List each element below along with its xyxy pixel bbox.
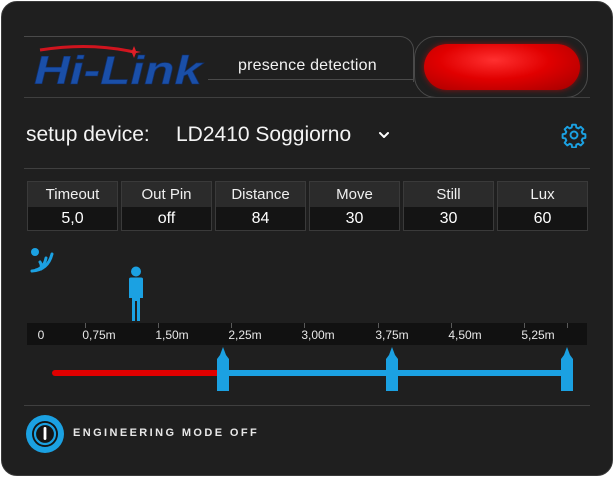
stat-value: off — [157, 210, 176, 227]
stat-out-pin: Out Pin off — [121, 181, 212, 231]
divider — [24, 97, 590, 98]
stat-label: Still — [404, 182, 493, 207]
header-frame-divider — [208, 79, 414, 80]
presence-indicator-led — [424, 44, 580, 90]
stat-value: 60 — [533, 210, 552, 227]
ruler-tick-label: 4,50m — [448, 328, 482, 342]
stat-value: 30 — [439, 210, 458, 227]
stat-label: Timeout — [28, 182, 117, 207]
ruler-tick — [567, 323, 568, 328]
stat-label: Distance — [216, 182, 305, 207]
ruler-tick-label: 3,00m — [301, 328, 335, 342]
ruler-tick-label: 3,75m — [375, 328, 409, 342]
stat-distance: Distance 84 — [215, 181, 306, 231]
device-label: setup device: — [26, 123, 150, 146]
subtitle: presence detection — [238, 57, 377, 74]
stat-value: 30 — [345, 210, 364, 227]
radar-wave-icon — [30, 248, 54, 273]
hilink-logo: Hi-Link — [34, 44, 204, 92]
stats-bar: Timeout 5,0 Out Pin off Distance 84 Move… — [27, 181, 588, 231]
stat-value: 84 — [251, 210, 270, 227]
stat-label: Move — [310, 182, 399, 207]
stat-move: Move 30 — [309, 181, 400, 231]
stat-lux: Lux 60 — [497, 181, 588, 231]
stat-label: Lux — [498, 182, 587, 207]
distance-ruler: 0 0,75m 1,50m 2,25m 3,00m 3,75m 4,50m 5,25m — [27, 323, 587, 345]
divider — [24, 405, 590, 406]
ruler-tick-label: 2,25m — [228, 328, 262, 342]
stat-label: Out Pin — [122, 182, 211, 207]
logo-text: Hi-Link — [34, 49, 204, 92]
person-icon — [129, 266, 143, 321]
stat-timeout: Timeout 5,0 — [27, 181, 118, 231]
ruler-tick-label: 0,75m — [82, 328, 116, 342]
device-select[interactable]: LD2410 Soggiorno — [176, 123, 351, 147]
divider — [24, 168, 590, 169]
chevron-down-icon[interactable] — [378, 129, 390, 141]
ruler-tick-label: 5,25m — [521, 328, 555, 342]
ruler-tick-label: 1,50m — [155, 328, 189, 342]
engineering-mode-label: ENGINEERING MODE OFF — [73, 427, 260, 439]
ruler-tick-label: 0 — [37, 328, 45, 342]
gear-icon[interactable] — [561, 122, 587, 148]
stat-value: 5,0 — [61, 210, 84, 227]
stat-still: Still 30 — [403, 181, 494, 231]
engineering-mode-toggle[interactable] — [26, 415, 64, 453]
